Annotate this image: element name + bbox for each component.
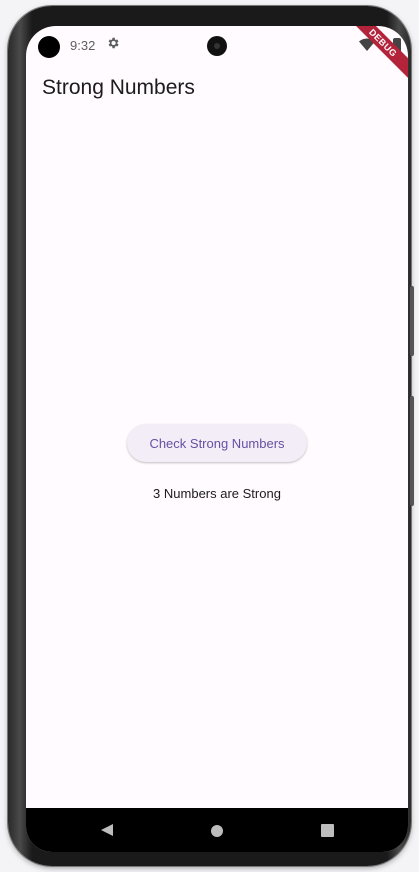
status-time: 9:32	[70, 38, 96, 53]
debug-banner-label: DEBUG	[348, 26, 408, 86]
back-icon[interactable]	[100, 823, 114, 842]
screen: 9:32 DEBUG Strong Numbers Check Strong N…	[26, 26, 408, 852]
navigation-bar	[26, 808, 408, 852]
recents-icon[interactable]	[321, 824, 334, 837]
check-strong-numbers-button[interactable]: Check Strong Numbers	[127, 424, 307, 462]
page-title: Strong Numbers	[42, 76, 195, 99]
power-button	[410, 396, 414, 506]
front-camera	[207, 36, 227, 56]
gear-icon	[106, 36, 120, 55]
home-icon[interactable]	[211, 825, 223, 837]
phone-frame: 9:32 DEBUG Strong Numbers Check Strong N…	[8, 6, 414, 866]
result-text: 3 Numbers are Strong	[153, 486, 281, 501]
punch-hole	[38, 36, 60, 58]
volume-button	[410, 286, 414, 356]
debug-banner: DEBUG	[348, 26, 408, 86]
